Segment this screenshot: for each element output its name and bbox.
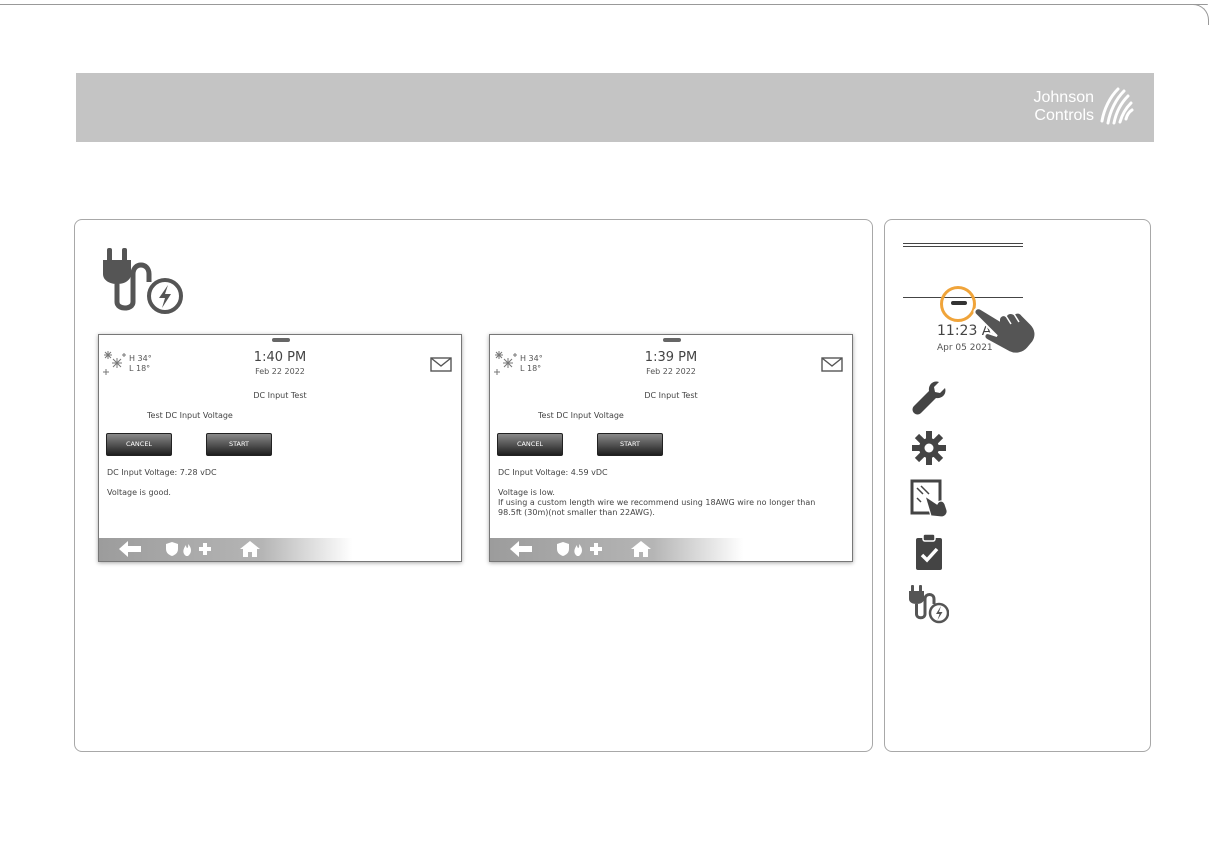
navigation-panel: 11:23 AM Apr 05 2021 bbox=[884, 219, 1151, 752]
content-panel: H 34° L 18° 1:40 PM Feb 22 2022 DC Input… bbox=[74, 219, 873, 752]
screen-dc-test-good: H 34° L 18° 1:40 PM Feb 22 2022 DC Input… bbox=[98, 334, 462, 562]
drag-handle[interactable] bbox=[272, 338, 290, 342]
clock-date: Feb 22 2022 bbox=[646, 367, 696, 376]
clock-time: 1:39 PM bbox=[644, 350, 698, 365]
start-button[interactable]: START bbox=[206, 433, 272, 456]
cancel-button[interactable]: CANCEL bbox=[497, 433, 563, 456]
wrench-icon[interactable] bbox=[909, 378, 949, 418]
drag-handle[interactable] bbox=[663, 338, 681, 342]
back-arrow-icon[interactable] bbox=[510, 541, 532, 557]
test-subtitle: Test DC Input Voltage bbox=[538, 411, 624, 420]
top-rule bbox=[0, 4, 1208, 5]
home-icon[interactable] bbox=[240, 541, 260, 557]
voltage-reading: DC Input Voltage: 7.28 vDC bbox=[107, 468, 217, 477]
advice-line-2: 98.5ft (30m)(not smaller than 22AWG). bbox=[498, 508, 655, 517]
gear-icon[interactable] bbox=[909, 428, 949, 468]
voltage-status: Voltage is low. bbox=[498, 488, 555, 497]
home-icon[interactable] bbox=[631, 541, 651, 557]
touchscreen-hand-icon[interactable] bbox=[909, 478, 949, 518]
bottom-nav-bar bbox=[490, 538, 852, 561]
nav-rule-top bbox=[903, 243, 1023, 247]
start-button[interactable]: START bbox=[597, 433, 663, 456]
power-plug-icon[interactable] bbox=[909, 584, 949, 624]
drag-handle[interactable] bbox=[951, 301, 967, 305]
mail-icon[interactable] bbox=[430, 357, 452, 372]
header-banner: Johnson Controls bbox=[76, 73, 1154, 142]
johnson-controls-logo: Johnson Controls bbox=[1014, 83, 1134, 135]
mail-icon[interactable] bbox=[821, 357, 843, 372]
test-title: DC Input Test bbox=[644, 391, 698, 400]
emergency-icons[interactable] bbox=[166, 541, 212, 557]
voltage-reading: DC Input Voltage: 4.59 vDC bbox=[498, 468, 608, 477]
top-rule-curve bbox=[1180, 4, 1209, 25]
bottom-nav-bar bbox=[99, 538, 461, 561]
test-subtitle: Test DC Input Voltage bbox=[147, 411, 233, 420]
back-arrow-icon[interactable] bbox=[119, 541, 141, 557]
cancel-button[interactable]: CANCEL bbox=[106, 433, 172, 456]
voltage-status: Voltage is good. bbox=[107, 488, 171, 497]
logo-line-2: Controls bbox=[1034, 107, 1094, 124]
clipboard-check-icon[interactable] bbox=[909, 532, 949, 572]
logo-line-1: Johnson bbox=[1033, 89, 1095, 106]
power-plug-icon bbox=[103, 248, 183, 314]
advice-line-1: If using a custom length wire we recomme… bbox=[498, 498, 816, 507]
test-title: DC Input Test bbox=[253, 391, 307, 400]
screen-dc-test-low: H 34° L 18° 1:39 PM Feb 22 2022 DC Input… bbox=[489, 334, 853, 562]
clock-date: Feb 22 2022 bbox=[255, 367, 305, 376]
pointing-hand-icon bbox=[973, 307, 1037, 355]
clock-time: 1:40 PM bbox=[253, 350, 307, 365]
emergency-icons[interactable] bbox=[557, 541, 603, 557]
jci-swirl-icon bbox=[1100, 87, 1134, 125]
